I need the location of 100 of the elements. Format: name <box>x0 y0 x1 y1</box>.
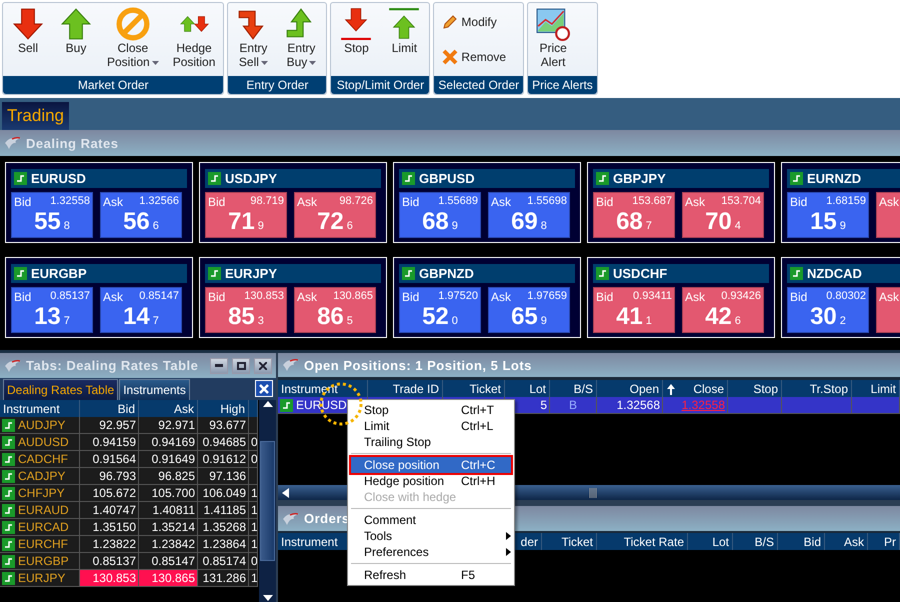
quote-tile[interactable]: Bid 0.93411 41 1 <box>593 286 675 332</box>
big-figure: 42 <box>705 304 732 330</box>
quote-tile[interactable]: Ask 153.704 70 4 <box>682 192 764 238</box>
quote-tile[interactable]: Bid 1.55689 68 9 <box>399 192 481 238</box>
column-header[interactable]: Ask <box>825 533 868 550</box>
column-header[interactable]: Trade ID <box>368 380 443 397</box>
toolbar-button[interactable]: Limit <box>383 5 426 76</box>
quote-tile[interactable]: Ask 1.97659 65 9 <box>488 286 570 332</box>
quote-tile[interactable]: Bid 0.85137 13 7 <box>11 286 93 332</box>
column-header[interactable]: Instrument <box>278 380 368 397</box>
instrument-icon <box>790 172 803 185</box>
column-header[interactable]: Bid <box>80 400 139 417</box>
menu-item[interactable]: Refresh F5 <box>351 567 511 583</box>
vertical-scrollbar[interactable] <box>259 400 276 602</box>
rate-card[interactable]: EURJPY Bid 130.853 85 3 Ask 130.865 86 5 <box>199 256 387 338</box>
column-header[interactable]: Bid <box>778 533 825 550</box>
toolbar-button[interactable]: Entry Buy <box>280 5 322 76</box>
quote-tile[interactable]: Bid 98.719 71 9 <box>205 192 287 238</box>
pip-figure: 9 <box>452 220 458 232</box>
column-header[interactable]: Ask <box>139 400 198 417</box>
quote-tile[interactable]: Ask 1.32566 56 6 <box>100 192 182 238</box>
symbol-label: EURGBP <box>31 266 87 280</box>
toolbar-button[interactable]: Price Alert <box>532 5 574 76</box>
column-header[interactable]: Ticket Rate <box>597 533 688 550</box>
quote-tile[interactable]: Ask 98.726 72 6 <box>294 192 376 238</box>
rate-card[interactable]: USDJPY Bid 98.719 71 9 Ask 98.726 72 6 <box>199 162 387 243</box>
menu-item[interactable]: Trailing Stop <box>351 434 511 450</box>
rate-card[interactable]: NZDCAD Bid 0.80302 30 2 Ask <box>781 256 900 338</box>
quote-tile[interactable]: Ask <box>876 192 900 238</box>
toolbar-button[interactable]: Entry Sell <box>232 5 274 76</box>
column-header[interactable]: Instrument <box>0 400 80 417</box>
rate-card[interactable]: EURNZD Bid 1.68159 15 9 Ask <box>781 162 900 243</box>
pip-figure: 8 <box>64 220 70 232</box>
table-cell: 96.793 <box>80 468 139 485</box>
rate-card[interactable]: GBPJPY Bid 153.687 68 7 Ask 153.704 70 4 <box>587 162 775 243</box>
pip-figure: 7 <box>646 220 652 232</box>
quote-tile[interactable]: Ask 1.55698 69 8 <box>488 192 570 238</box>
panel-title: Tabs: Dealing Rates Table <box>26 358 200 373</box>
column-header[interactable]: Lot <box>505 380 550 397</box>
toolbar-button[interactable]: Close Position <box>103 5 163 76</box>
panel-tab[interactable]: Dealing Rates Table <box>3 379 118 400</box>
column-header[interactable]: Ticket <box>443 380 505 397</box>
panel-title: Orders <box>304 511 350 526</box>
quote-tile[interactable]: Bid 0.80302 30 2 <box>787 286 869 332</box>
quote-label: Bid <box>790 195 808 209</box>
column-header[interactable]: Limit <box>852 380 900 397</box>
column-header[interactable]: B/S <box>733 533 778 550</box>
rate-card[interactable]: GBPNZD Bid 1.97520 52 0 Ask 1.97659 65 9 <box>393 256 581 338</box>
panel-tab[interactable]: Instruments <box>119 379 190 400</box>
instrument-icon <box>2 554 15 568</box>
toolbar-button[interactable]: Sell <box>7 5 49 76</box>
quote-tile[interactable]: Ask 0.85147 14 7 <box>100 286 182 332</box>
quote-label: Ask <box>685 195 706 209</box>
column-header[interactable]: B/S <box>550 380 597 397</box>
prohibited-icon <box>116 7 150 41</box>
column-header[interactable]: Tr.Stop <box>782 380 852 397</box>
menu-item[interactable]: Limit Ctrl+L <box>351 418 511 434</box>
toolbar-button[interactable]: Buy <box>55 5 97 76</box>
caret-icon <box>309 60 316 65</box>
symbol-label: EURUSD <box>31 171 86 186</box>
column-header[interactable]: Close <box>663 380 728 397</box>
toolbar-button[interactable]: Hedge Position <box>168 5 220 76</box>
maximize-button[interactable] <box>232 358 250 374</box>
table-cell: 0 <box>249 434 258 451</box>
quote-tile[interactable]: Ask <box>876 286 900 332</box>
minimize-button[interactable] <box>210 358 228 374</box>
column-header[interactable]: Stop <box>728 380 782 397</box>
table-cell: 105.672 <box>80 485 139 502</box>
toolbar-button[interactable]: Modify <box>440 12 518 32</box>
column-header[interactable]: Lot <box>688 533 733 550</box>
column-header[interactable]: Open <box>597 380 663 397</box>
menu-item[interactable]: Comment <box>351 512 511 528</box>
table-cell: 1 <box>249 519 258 536</box>
toolbar-button[interactable]: Remove <box>440 46 518 67</box>
table-cell: 1.40811 <box>139 502 198 519</box>
instrument-name: AUDUSD <box>18 435 69 449</box>
rate-card[interactable]: USDCHF Bid 0.93411 41 1 Ask 0.93426 42 6 <box>587 256 775 338</box>
big-figure: 71 <box>228 209 255 235</box>
table-cell: B <box>550 397 597 414</box>
column-header[interactable]: Pr <box>868 533 900 550</box>
quote-tile[interactable]: Bid 1.68159 15 9 <box>787 192 869 238</box>
close-button[interactable] <box>254 358 272 374</box>
quote-tile[interactable]: Bid 130.853 85 3 <box>205 286 287 332</box>
rate-card[interactable]: EURGBP Bid 0.85137 13 7 Ask 0.85147 14 7 <box>5 256 193 338</box>
table-cell: 1.41185 <box>198 502 249 519</box>
quote-tile[interactable]: Bid 1.32558 55 8 <box>11 192 93 238</box>
toolbar-button[interactable]: Stop <box>335 5 378 76</box>
quote-tile[interactable]: Ask 130.865 86 5 <box>294 286 376 332</box>
instrument-icon <box>2 572 15 584</box>
column-header[interactable]: Ticket <box>542 533 597 550</box>
rate-card[interactable]: GBPUSD Bid 1.55689 68 9 Ask 1.55698 69 8 <box>393 162 581 243</box>
menu-item[interactable]: Hedge position Ctrl+H <box>351 473 511 489</box>
quote-tile[interactable]: Ask 0.93426 42 6 <box>682 286 764 332</box>
quote-tile[interactable]: Bid 153.687 68 7 <box>593 192 675 238</box>
column-header[interactable]: High <box>198 400 249 417</box>
main-tab[interactable]: Trading <box>2 102 70 130</box>
rate-card[interactable]: EURUSD Bid 1.32558 55 8 Ask 1.32566 56 6 <box>5 162 193 243</box>
menu-item[interactable]: Close position Ctrl+C <box>351 457 511 473</box>
quote-tile[interactable]: Bid 1.97520 52 0 <box>399 286 481 332</box>
table-cell: 1.32568 <box>597 397 663 414</box>
